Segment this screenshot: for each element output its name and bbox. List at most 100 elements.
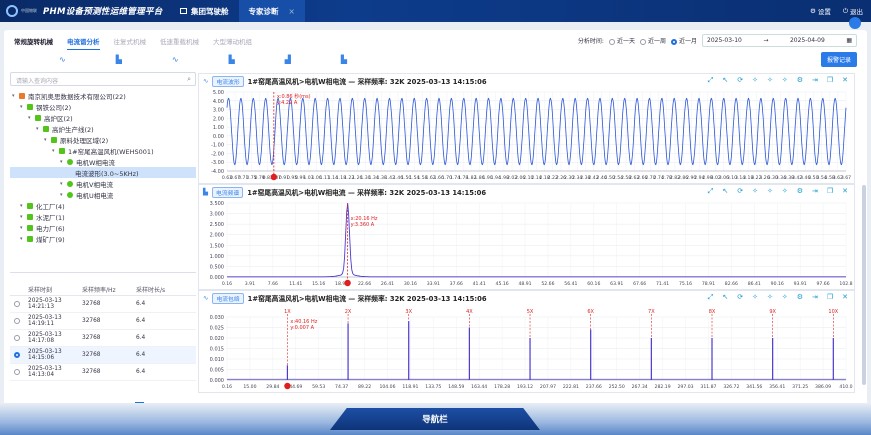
export-icon[interactable]: ⇥ <box>812 187 818 196</box>
mode-badge[interactable]: 电流频谱 <box>212 186 244 198</box>
gear-icon[interactable]: ⚙ <box>797 293 803 302</box>
row-radio[interactable] <box>14 334 20 341</box>
settings-button[interactable]: ⚙ 设置 <box>810 6 831 16</box>
marker-icon[interactable]: ✧ <box>752 293 758 302</box>
chevron-down-icon[interactable]: ▾ <box>44 137 51 143</box>
table-row[interactable]: 2025-03-13 14:15:06 32768 6.4 <box>10 347 196 364</box>
envelope-chart[interactable]: 0.030 0.025 0.020 0.015 0.010 0.005 0.0000.16 1… <box>199 305 854 393</box>
table-row[interactable]: 2025-03-13 14:13:04 32768 6.4 <box>10 364 196 381</box>
close-icon[interactable]: ✕ <box>842 293 848 302</box>
copy-icon[interactable]: ❐ <box>827 187 833 196</box>
cursor-icon[interactable]: ↖ <box>722 187 728 196</box>
calendar-icon[interactable]: ▦ <box>846 37 852 44</box>
chevron-down-icon[interactable]: ▾ <box>20 203 27 209</box>
row-radio[interactable] <box>14 300 20 307</box>
marker3-icon[interactable]: ✧ <box>782 187 788 196</box>
navigation-bar-button[interactable]: 导航栏 <box>330 408 540 430</box>
chevron-down-icon[interactable]: ▾ <box>20 225 27 231</box>
radio-day[interactable]: 近一天 <box>608 36 635 45</box>
tree-node[interactable]: ▾ 高炉区(2) <box>10 112 196 123</box>
tree-node[interactable]: ▾ 化工厂(4) <box>10 200 196 211</box>
tree-node[interactable]: ▾ 煤矿厂(9) <box>10 233 196 244</box>
chevron-down-icon[interactable]: ▾ <box>20 214 27 220</box>
tab-reciprocating[interactable]: 往复式机械 <box>114 36 147 50</box>
cursor-icon[interactable]: ↖ <box>722 293 728 302</box>
gear-icon[interactable]: ⚙ <box>797 187 803 196</box>
close-icon[interactable]: ✕ <box>842 76 848 85</box>
chevron-down-icon[interactable]: ▾ <box>60 192 67 198</box>
alarm-record-button[interactable]: 报警记录 <box>820 52 857 67</box>
cursor-icon[interactable]: ↖ <box>722 76 728 85</box>
waveform-chart[interactable]: 5.00 4.00 3.00 2.00 1.00 0.00 -1.00 -2.00 -3.00 -… <box>199 88 854 184</box>
bar-chart-icon[interactable]: ▙ <box>229 55 235 64</box>
chevron-down-icon[interactable]: ▾ <box>12 93 19 99</box>
tree-node[interactable]: ▾ 钢铁公司(2) <box>10 101 196 112</box>
export-icon[interactable]: ⇥ <box>812 76 818 85</box>
expand-icon[interactable]: ⤢ <box>708 187 714 196</box>
marker3-icon[interactable]: ✧ <box>782 293 788 302</box>
tree-node[interactable]: ▾ 原料处理区域(2) <box>10 134 196 145</box>
table-row[interactable]: 2025-03-13 14:17:08 32768 6.4 <box>10 330 196 347</box>
start-date[interactable]: 2025-03-10 <box>707 37 742 44</box>
export-icon[interactable]: ⇥ <box>812 293 818 302</box>
search-input[interactable]: 请输入查询内容 ⌕ <box>10 72 196 86</box>
copy-icon[interactable]: ❐ <box>827 293 833 302</box>
chevron-down-icon[interactable]: ▾ <box>28 115 35 121</box>
marker2-icon[interactable]: ✧ <box>767 76 773 85</box>
row-radio[interactable] <box>14 368 20 375</box>
tree-node[interactable]: ▾ 高炉生产线(2) <box>10 123 196 134</box>
tree-node[interactable]: 电流波形(3.0~5KHz) <box>10 167 196 178</box>
close-icon[interactable]: ✕ <box>842 187 848 196</box>
gear-icon[interactable]: ⚙ <box>797 76 803 85</box>
table-row[interactable]: 2025-03-13 14:19:11 32768 6.4 <box>10 313 196 330</box>
tree-node[interactable]: ▾ 水泥厂(1) <box>10 211 196 222</box>
trend-icon[interactable]: ▟ <box>285 55 291 64</box>
marker3-icon[interactable]: ✧ <box>782 76 788 85</box>
chevron-down-icon[interactable]: ▾ <box>20 236 27 242</box>
refresh-icon[interactable]: ⟳ <box>737 293 743 302</box>
marker-icon[interactable]: ✧ <box>752 187 758 196</box>
mode-badge[interactable]: 电流包络 <box>212 292 244 304</box>
chevron-down-icon[interactable]: ▾ <box>36 126 43 132</box>
scrollbar[interactable] <box>862 185 866 385</box>
logout-button[interactable]: ⏻ 退出 <box>843 6 863 17</box>
chevron-down-icon[interactable]: ▾ <box>52 148 59 154</box>
refresh-icon[interactable]: ⟳ <box>737 76 743 85</box>
col-time[interactable]: 采样时刻 <box>28 285 82 294</box>
spectrum-icon[interactable]: ▙ <box>116 55 122 64</box>
marker-icon[interactable]: ✧ <box>752 76 758 85</box>
spectrum-chart[interactable]: 3.500 3.000 2.500 2.000 1.500 1.000 0.500 0.000… <box>199 199 854 290</box>
end-date[interactable]: 2025-04-09 <box>790 37 825 44</box>
copy-icon[interactable]: ❐ <box>827 76 833 85</box>
expand-icon[interactable]: ⤢ <box>708 76 714 85</box>
tab-group-cockpit[interactable]: 集团驾驶舱 <box>170 0 239 22</box>
row-radio[interactable] <box>14 317 20 324</box>
waterfall-icon[interactable]: ▙ <box>341 55 347 64</box>
date-range-picker[interactable]: 2025-03-10 → 2025-04-09 ▦ <box>702 34 857 47</box>
tree-node[interactable]: ▾ 电力厂(6) <box>10 222 196 233</box>
tab-low-speed[interactable]: 低速重载机械 <box>160 36 199 50</box>
row-radio[interactable] <box>14 351 20 358</box>
close-icon[interactable]: × <box>289 7 295 16</box>
tree-node[interactable]: ▾ 电机U相电流 <box>10 189 196 200</box>
tab-expert-diagnosis[interactable]: 专家诊断 × <box>238 0 305 22</box>
tree-node[interactable]: ▾ 1#窑尾高温风机(WEHS001) <box>10 145 196 156</box>
chevron-down-icon[interactable]: ▾ <box>60 159 67 165</box>
marker2-icon[interactable]: ✧ <box>767 187 773 196</box>
refresh-icon[interactable]: ⟳ <box>737 187 743 196</box>
chevron-down-icon[interactable]: ▾ <box>20 104 27 110</box>
tree-node[interactable]: ▾ 电机V相电流 <box>10 178 196 189</box>
marker2-icon[interactable]: ✧ <box>767 293 773 302</box>
radio-week[interactable]: 近一周 <box>639 36 666 45</box>
expand-icon[interactable]: ⤢ <box>708 293 714 302</box>
radio-month[interactable]: 近一月 <box>670 36 697 45</box>
tab-rotating[interactable]: 常规旋转机械 <box>14 36 53 50</box>
tab-large-unit[interactable]: 大型薄动机组 <box>213 36 252 50</box>
mode-badge[interactable]: 电流波形 <box>212 75 244 87</box>
tree-node[interactable]: ▾ 南京凯奥思数据技术有限公司(22) <box>10 90 196 101</box>
chevron-down-icon[interactable]: ▾ <box>60 181 67 187</box>
assistant-icon[interactable] <box>849 17 861 29</box>
search-icon[interactable]: ⌕ <box>187 75 191 84</box>
waveform-icon[interactable]: ∿ <box>59 55 66 64</box>
tab-current-spectrum[interactable]: 电流谱分析 <box>67 36 100 50</box>
